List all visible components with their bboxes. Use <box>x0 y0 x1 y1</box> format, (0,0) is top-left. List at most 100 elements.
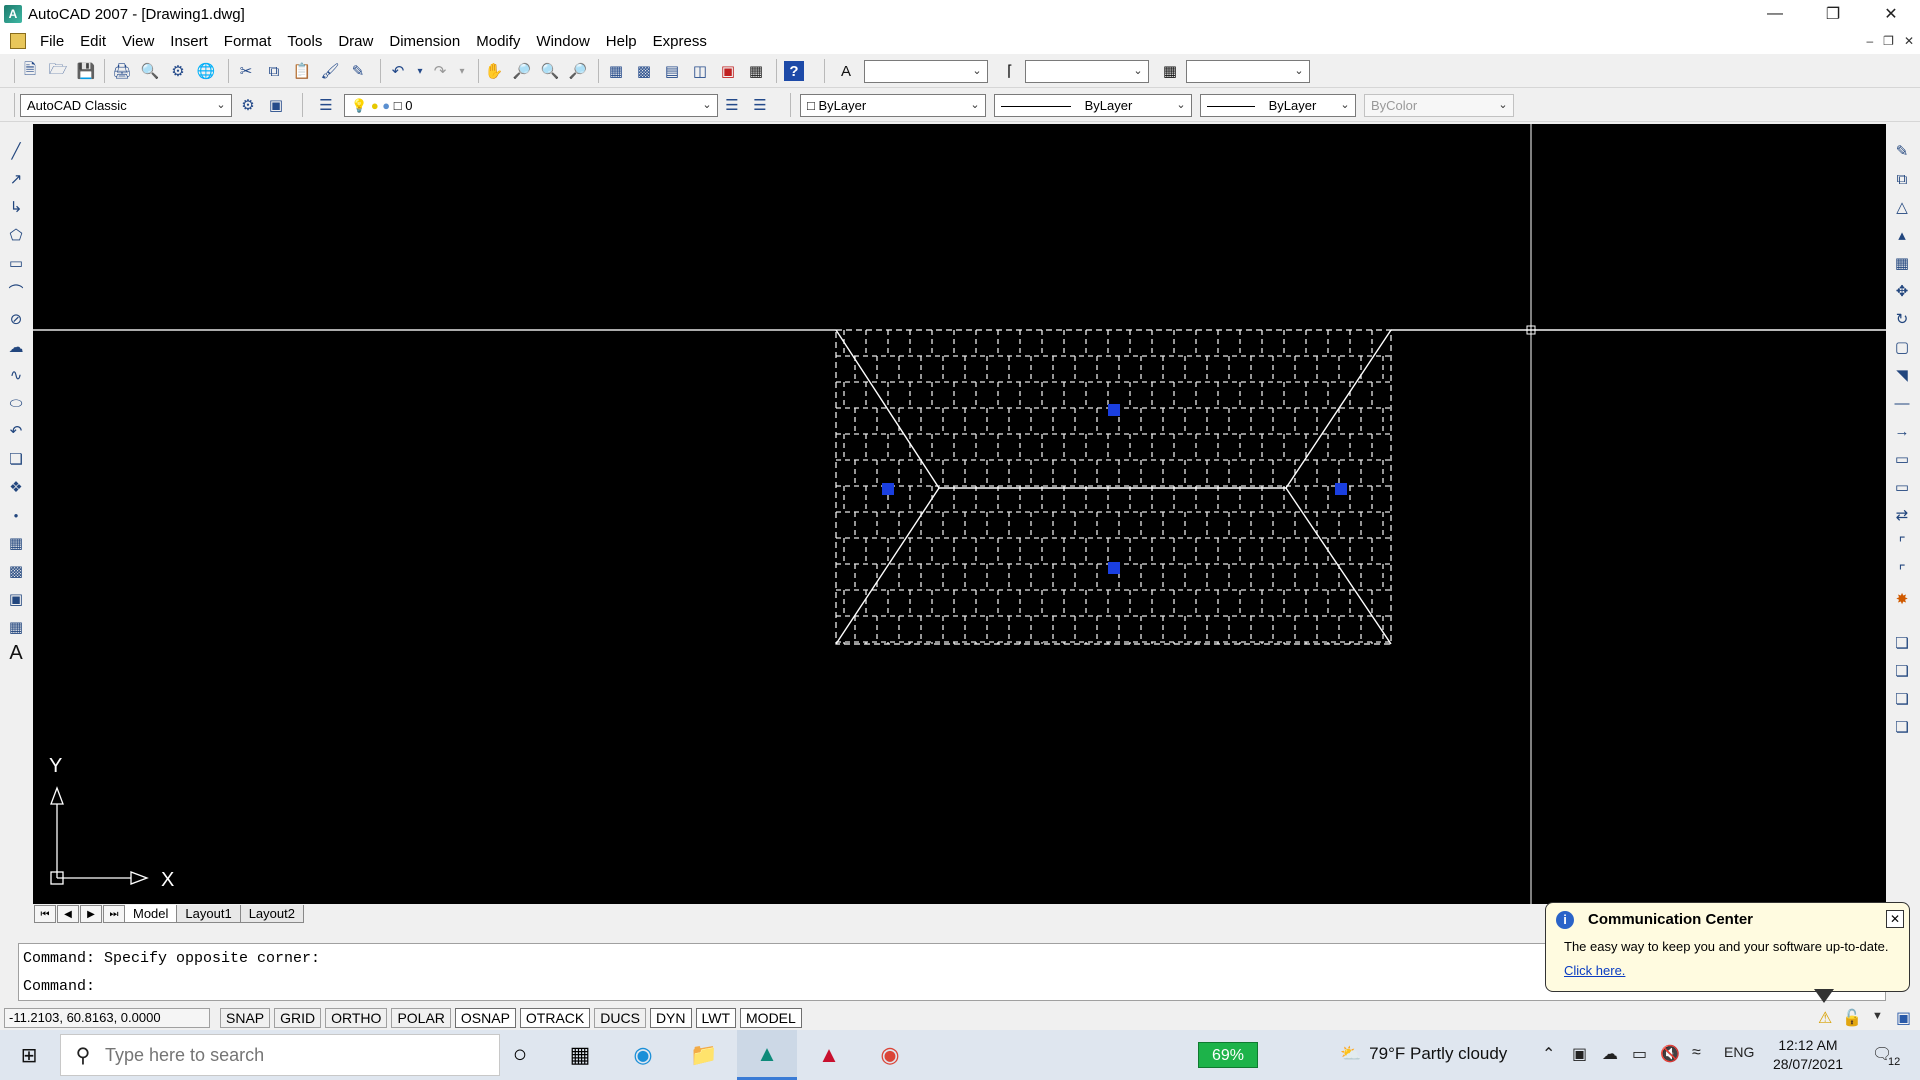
chrome-icon[interactable]: ◉ <box>860 1030 920 1080</box>
cortana-icon[interactable]: ○ <box>490 1030 550 1080</box>
next-tab-icon[interactable]: ▶ <box>80 905 102 923</box>
pan-icon[interactable]: ✋ <box>484 61 504 81</box>
workspace-settings-icon[interactable]: ⚙ <box>238 95 258 115</box>
otrack-toggle[interactable]: OTRACK <box>519 1008 591 1028</box>
previous-tab-icon[interactable]: ◀ <box>57 905 79 923</box>
color-combo[interactable]: □ ByLayer ⌄ <box>800 94 986 117</box>
mdi-minimize-icon[interactable]: – <box>1866 34 1873 48</box>
rectangle-icon[interactable]: ▭ <box>6 252 26 274</box>
construction-line-icon[interactable]: ↗ <box>6 168 26 190</box>
send-under-icon[interactable]: ❏ <box>1892 716 1912 738</box>
multiline-text-icon[interactable]: A <box>6 642 26 664</box>
show-hidden-icons-icon[interactable]: ⌃ <box>1542 1044 1555 1064</box>
osnap-toggle[interactable]: OSNAP <box>454 1008 516 1028</box>
menu-draw[interactable]: Draw <box>330 33 381 50</box>
break-icon[interactable]: ▭ <box>1892 476 1912 498</box>
bring-above-icon[interactable]: ❏ <box>1892 688 1912 710</box>
polyline-icon[interactable]: ↳ <box>6 196 26 218</box>
my-workspace-icon[interactable]: ▣ <box>266 95 286 115</box>
arc-icon[interactable]: ⌒ <box>6 280 26 302</box>
new-icon[interactable]: 🗎 <box>20 61 40 81</box>
tab-layout2[interactable]: Layout2 <box>239 905 304 923</box>
region-icon[interactable]: ▣ <box>6 588 26 610</box>
document-icon[interactable] <box>10 33 26 49</box>
tool-palettes-icon[interactable]: ▤ <box>662 61 682 81</box>
meet-now-icon[interactable]: ▣ <box>1572 1044 1587 1064</box>
autocad-app-icon[interactable]: A <box>4 5 22 23</box>
fillet-icon[interactable]: ⌜ <box>1892 560 1912 582</box>
lwt-toggle[interactable]: LWT <box>695 1008 737 1028</box>
zoom-window-icon[interactable]: 🔍 <box>540 61 560 81</box>
warning-icon[interactable]: ⚠ <box>1818 1008 1832 1028</box>
scale-icon[interactable]: ▢ <box>1892 336 1912 358</box>
save-icon[interactable]: 💾 <box>76 61 96 81</box>
rotate-icon[interactable]: ↻ <box>1892 308 1912 330</box>
snap-toggle[interactable]: SNAP <box>220 1008 271 1028</box>
linetype-combo[interactable]: ByLayer ⌄ <box>994 94 1192 117</box>
layer-manager-icon[interactable]: ☰ <box>316 95 336 115</box>
menu-file[interactable]: File <box>32 33 72 50</box>
spline-icon[interactable]: ∿ <box>6 364 26 386</box>
battery-indicator[interactable]: 69% <box>1198 1042 1258 1068</box>
table-style-icon[interactable]: ▦ <box>1160 61 1180 81</box>
undo-icon[interactable]: ↶ <box>388 61 408 81</box>
menu-edit[interactable]: Edit <box>72 33 114 50</box>
grid-toggle[interactable]: GRID <box>274 1008 322 1028</box>
menu-help[interactable]: Help <box>598 33 645 50</box>
send-to-back-icon[interactable]: ❏ <box>1892 660 1912 682</box>
balloon-link[interactable]: Click here. <box>1564 963 1625 978</box>
paste-icon[interactable]: 📋 <box>292 61 312 81</box>
taskbar-search[interactable]: ⚲ <box>60 1034 500 1076</box>
hatch-icon[interactable]: ▦ <box>6 532 26 554</box>
grip-left[interactable] <box>882 483 894 495</box>
ellipse-icon[interactable]: ⬭ <box>6 392 26 414</box>
help-icon[interactable]: ? <box>784 61 804 81</box>
menu-dimension[interactable]: Dimension <box>381 33 468 50</box>
wifi-icon[interactable]: ≈ <box>1692 1044 1701 1062</box>
restore-icon[interactable]: ❐ <box>1804 0 1862 28</box>
make-layer-current-icon[interactable]: ☰ <box>722 95 742 115</box>
selected-geometry[interactable] <box>835 329 1392 645</box>
ortho-toggle[interactable]: ORTHO <box>325 1008 388 1028</box>
block-editor-icon[interactable]: ✎ <box>348 61 368 81</box>
menu-format[interactable]: Format <box>216 33 280 50</box>
language-indicator[interactable]: ENG <box>1724 1044 1754 1060</box>
cut-icon[interactable]: ✂ <box>236 61 256 81</box>
extend-icon[interactable]: → <box>1892 420 1912 442</box>
file-explorer-icon[interactable]: 📁 <box>674 1030 734 1080</box>
line-icon[interactable]: ╱ <box>6 140 26 162</box>
first-tab-icon[interactable]: ⏮ <box>34 905 56 923</box>
offset-icon[interactable]: ▴ <box>1892 224 1912 246</box>
point-icon[interactable]: ● <box>6 504 26 526</box>
sheet-set-manager-icon[interactable]: ◫ <box>690 61 710 81</box>
redo-icon[interactable]: ↷ <box>430 61 450 81</box>
explode-icon[interactable]: ✸ <box>1892 588 1912 610</box>
revision-cloud-icon[interactable]: ☁ <box>6 336 26 358</box>
join-icon[interactable]: ⇄ <box>1892 504 1912 526</box>
array-icon[interactable]: ▦ <box>1892 252 1912 274</box>
match-properties-icon[interactable]: 🖌 <box>320 61 340 81</box>
menu-modify[interactable]: Modify <box>468 33 528 50</box>
menu-tools[interactable]: Tools <box>279 33 330 50</box>
table-style-combo[interactable]: ⌄ <box>1186 60 1310 83</box>
weather-widget[interactable]: ⛅ 79°F Partly cloudy <box>1340 1044 1507 1064</box>
make-block-icon[interactable]: ❖ <box>6 476 26 498</box>
plot-preview-icon[interactable]: 🔍 <box>140 61 160 81</box>
taskbar-clock[interactable]: 12:12 AM 28/07/2021 <box>1760 1036 1856 1074</box>
autocad-taskbar-icon[interactable]: ▲ <box>737 1030 797 1080</box>
task-view-icon[interactable]: ▦ <box>550 1030 610 1080</box>
mdi-restore-icon[interactable]: ❐ <box>1883 34 1894 48</box>
balloon-close-icon[interactable]: ✕ <box>1886 910 1904 928</box>
stretch-icon[interactable]: ◥ <box>1892 364 1912 386</box>
plot-icon[interactable]: 🖨 <box>112 61 132 81</box>
zoom-previous-icon[interactable]: 🔎 <box>568 61 588 81</box>
lock-icon[interactable]: 🔓 <box>1842 1008 1862 1028</box>
battery-icon[interactable]: ▭ <box>1632 1044 1647 1064</box>
lineweight-combo[interactable]: ByLayer ⌄ <box>1200 94 1356 117</box>
ducs-toggle[interactable]: DUCS <box>594 1008 646 1028</box>
ellipse-arc-icon[interactable]: ↶ <box>6 420 26 442</box>
undo-dropdown-icon[interactable]: ▾ <box>410 61 430 81</box>
menu-express[interactable]: Express <box>645 33 715 50</box>
clean-screen-icon[interactable]: ▣ <box>1896 1008 1911 1028</box>
menu-window[interactable]: Window <box>528 33 597 50</box>
